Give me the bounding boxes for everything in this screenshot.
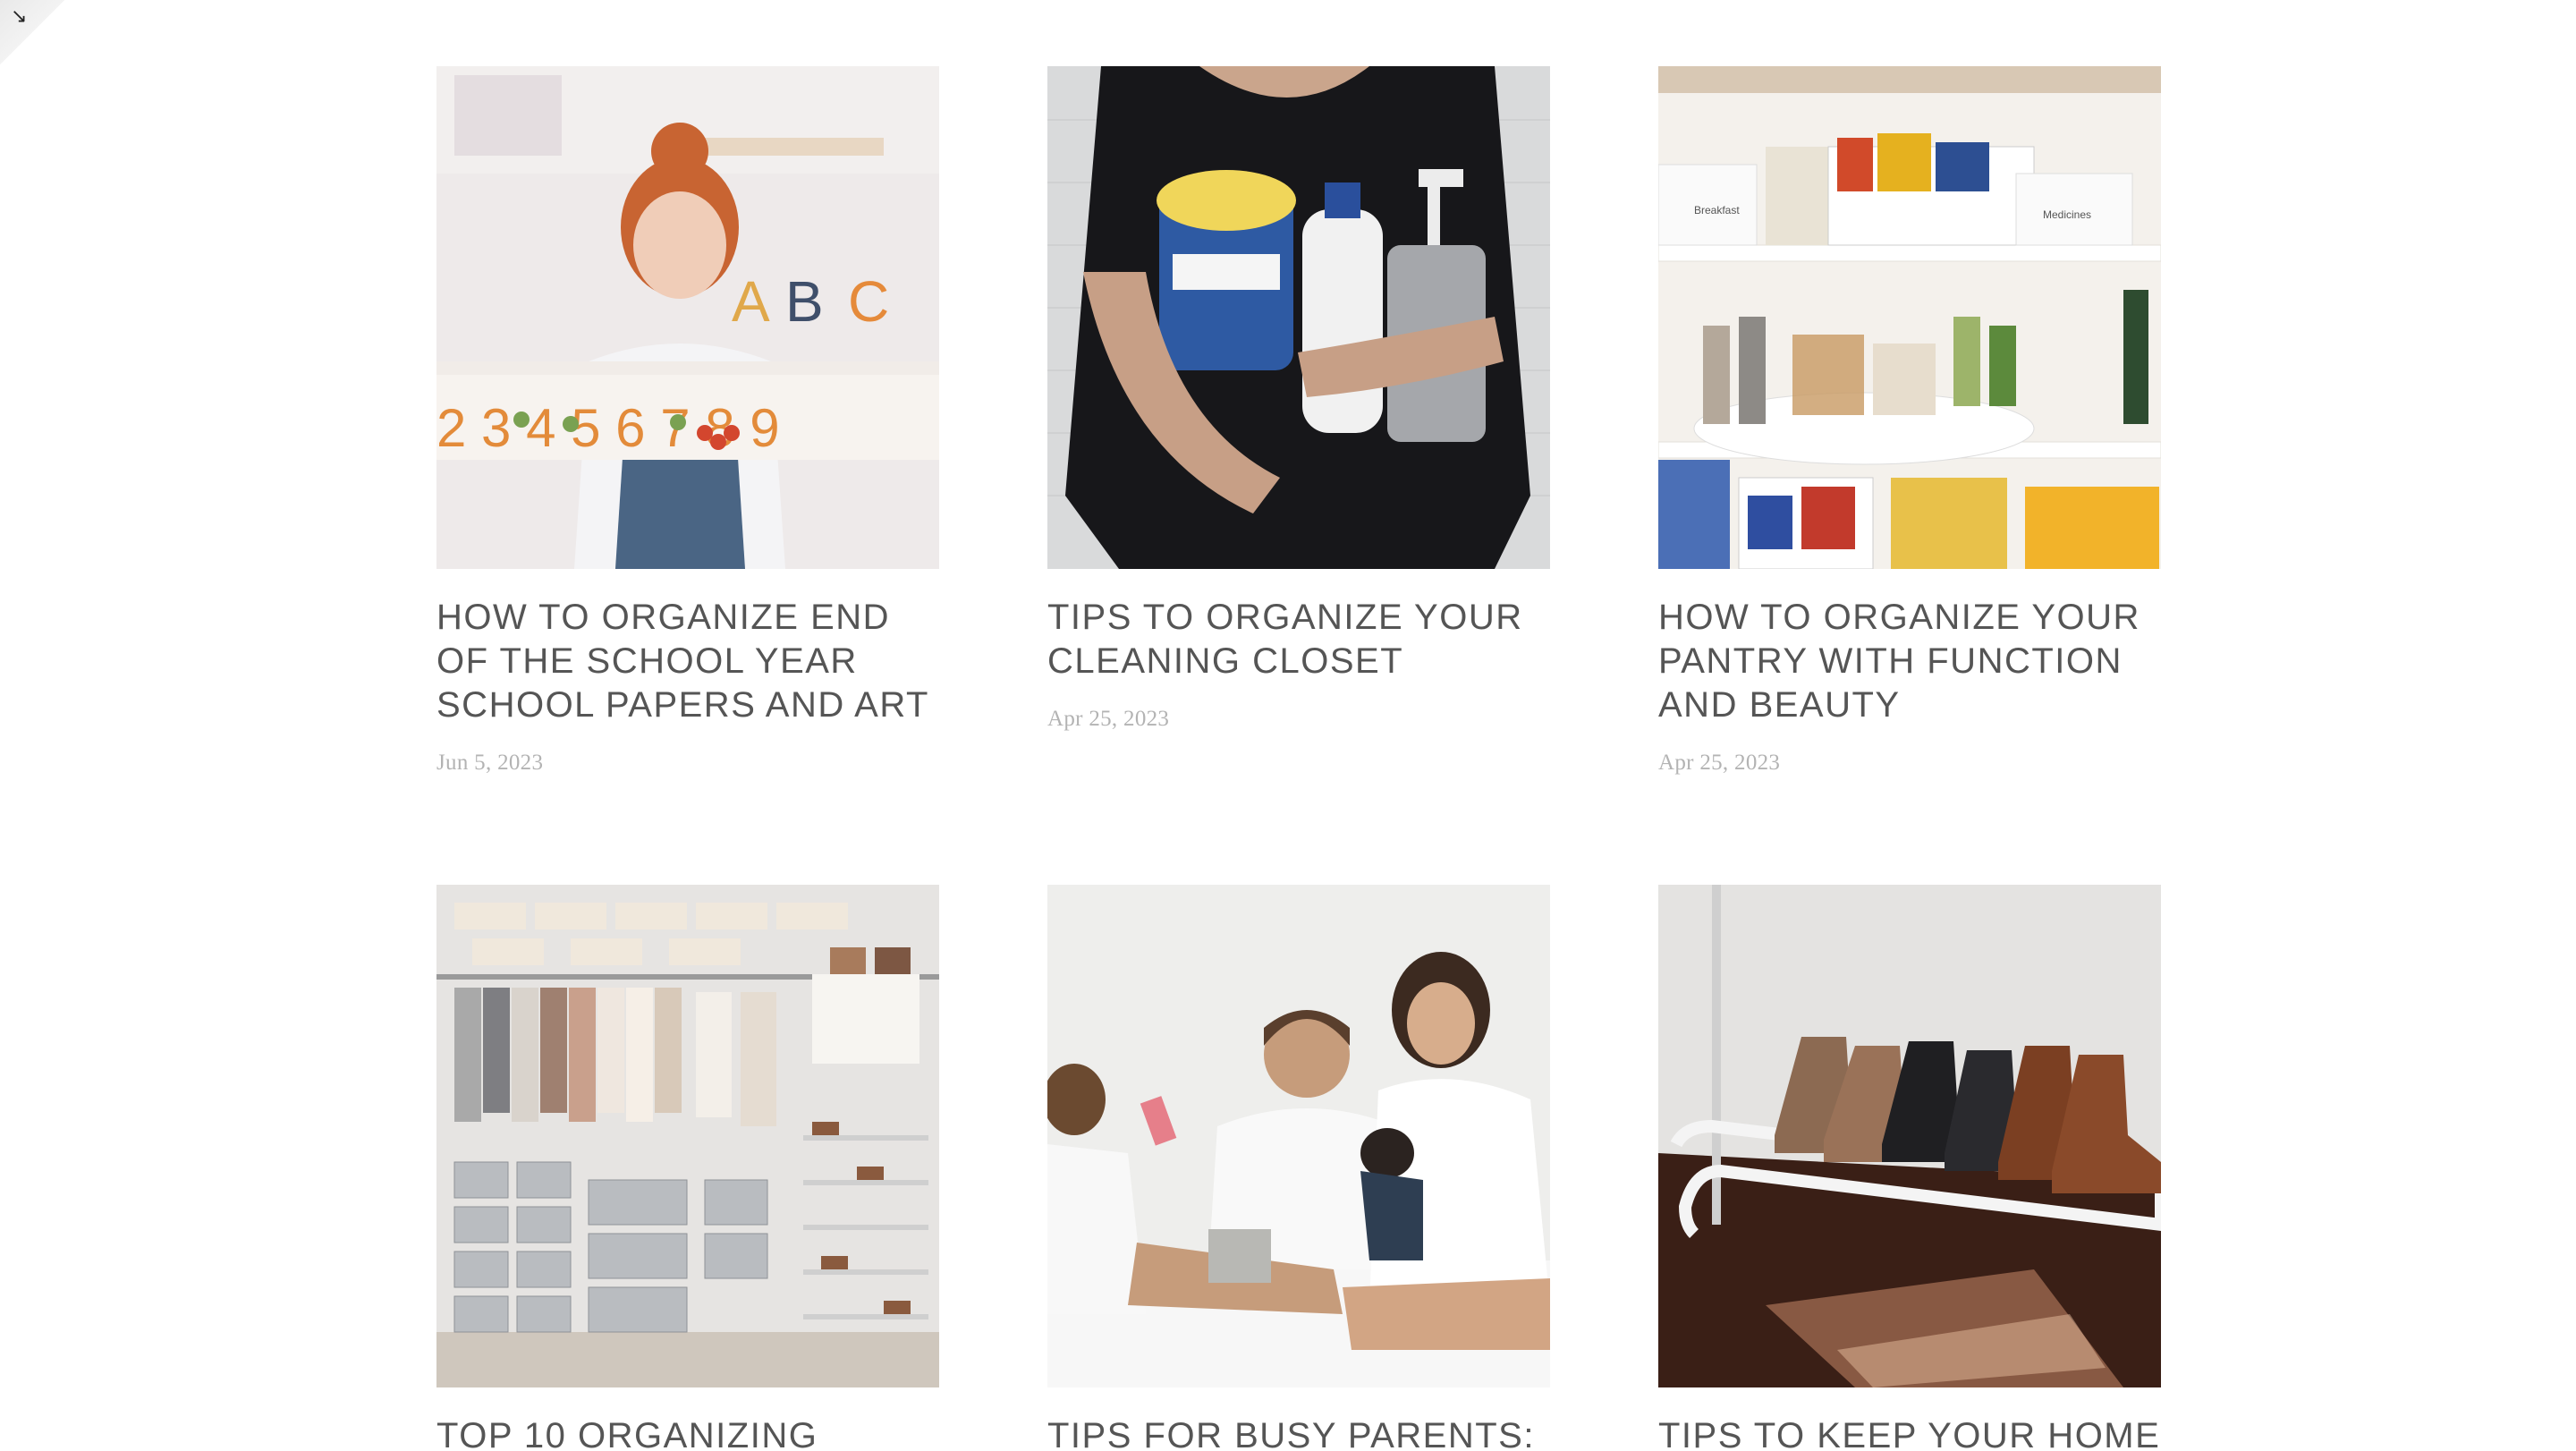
blog-card[interactable]: TIPS TO ORGANIZE YOUR CLEANING CLOSET Ap… (1047, 66, 1550, 732)
post-date: Apr 25, 2023 (1658, 751, 1781, 775)
post-thumbnail[interactable] (1047, 66, 1550, 569)
family-on-bed-photo (1047, 885, 1550, 1387)
blog-card[interactable]: TIPS FOR BUSY PARENTS: (1047, 885, 1550, 1451)
post-title[interactable]: TOP 10 ORGANIZING MUST- (436, 1414, 939, 1451)
post-thumbnail[interactable]: A B C 2 3 4 5 6 7 8 9 (436, 66, 939, 569)
shoes-on-rack-photo (1658, 885, 2161, 1387)
post-thumbnail[interactable] (1047, 885, 1550, 1387)
blog-card[interactable]: A B C 2 3 4 5 6 7 8 9 HOW TO ORGANIZE EN… (436, 66, 939, 776)
post-title[interactable]: TIPS FOR BUSY PARENTS: (1047, 1414, 1550, 1451)
svg-text:Breakfast: Breakfast (1694, 204, 1740, 216)
arrow-down-right-icon[interactable]: ↘ (11, 7, 27, 27)
blog-card[interactable]: TIPS TO KEEP YOUR HOME (1658, 885, 2161, 1451)
post-title[interactable]: HOW TO ORGANIZE YOUR PANTRY WITH FUNCTIO… (1658, 596, 2161, 727)
post-title[interactable]: HOW TO ORGANIZE END OF THE SCHOOL YEAR S… (436, 596, 939, 727)
post-title[interactable]: TIPS TO KEEP YOUR HOME (1658, 1414, 2161, 1451)
corner-fold[interactable]: ↘ (0, 0, 64, 64)
post-date: Jun 5, 2023 (436, 751, 544, 775)
svg-text:Medicines: Medicines (2043, 208, 2091, 221)
post-title[interactable]: TIPS TO ORGANIZE YOUR CLEANING CLOSET (1047, 596, 1550, 683)
svg-text:A: A (732, 269, 770, 334)
organized-pantry-shelves-photo: Breakfast Medicines (1658, 66, 2161, 569)
blog-card[interactable]: Breakfast Medicines HOW TO ORGANIZE YOUR… (1658, 66, 2161, 776)
post-date: Apr 25, 2023 (1047, 707, 1170, 731)
svg-text:C: C (848, 269, 889, 334)
post-thumbnail[interactable] (436, 885, 939, 1387)
girl-holding-number-cards-photo: A B C 2 3 4 5 6 7 8 9 (436, 66, 939, 569)
post-thumbnail[interactable]: Breakfast Medicines (1658, 66, 2161, 569)
organized-closet-photo (436, 885, 939, 1387)
person-holding-cleaning-supplies-photo (1047, 66, 1550, 569)
post-thumbnail[interactable] (1658, 885, 2161, 1387)
svg-text:B: B (785, 269, 824, 334)
blog-card[interactable]: TOP 10 ORGANIZING MUST- (436, 885, 939, 1451)
